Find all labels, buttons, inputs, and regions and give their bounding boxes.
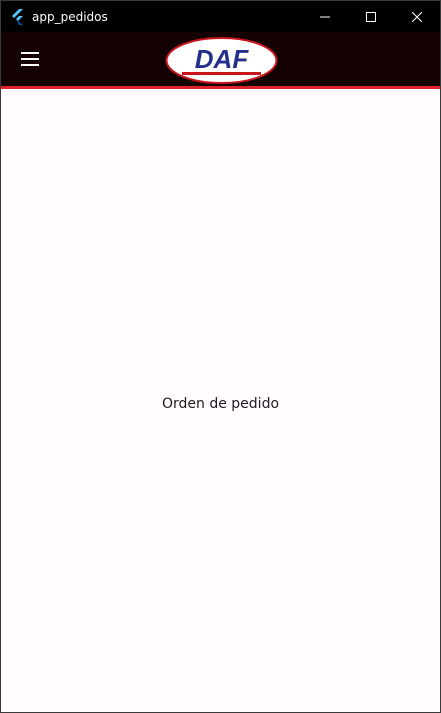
daf-logo: DAF [165,37,278,84]
hamburger-menu-icon [21,52,39,66]
app-window: app_pedidos DAF Orden de pedido [0,0,441,713]
title-bar[interactable]: app_pedidos [1,1,440,32]
window-controls [302,1,440,32]
main-content: Orden de pedido [1,92,440,712]
minimize-icon [320,16,330,17]
window-title: app_pedidos [32,9,108,24]
svg-text:DAF: DAF [195,44,250,74]
page-label: Orden de pedido [161,396,280,412]
minimize-button[interactable] [302,1,348,32]
maximize-icon [366,11,376,22]
maximize-button[interactable] [348,1,394,32]
close-button[interactable] [394,1,440,32]
menu-button[interactable] [13,44,47,74]
flutter-icon [10,8,26,25]
app-bar: DAF [1,32,440,89]
close-icon [412,11,422,22]
